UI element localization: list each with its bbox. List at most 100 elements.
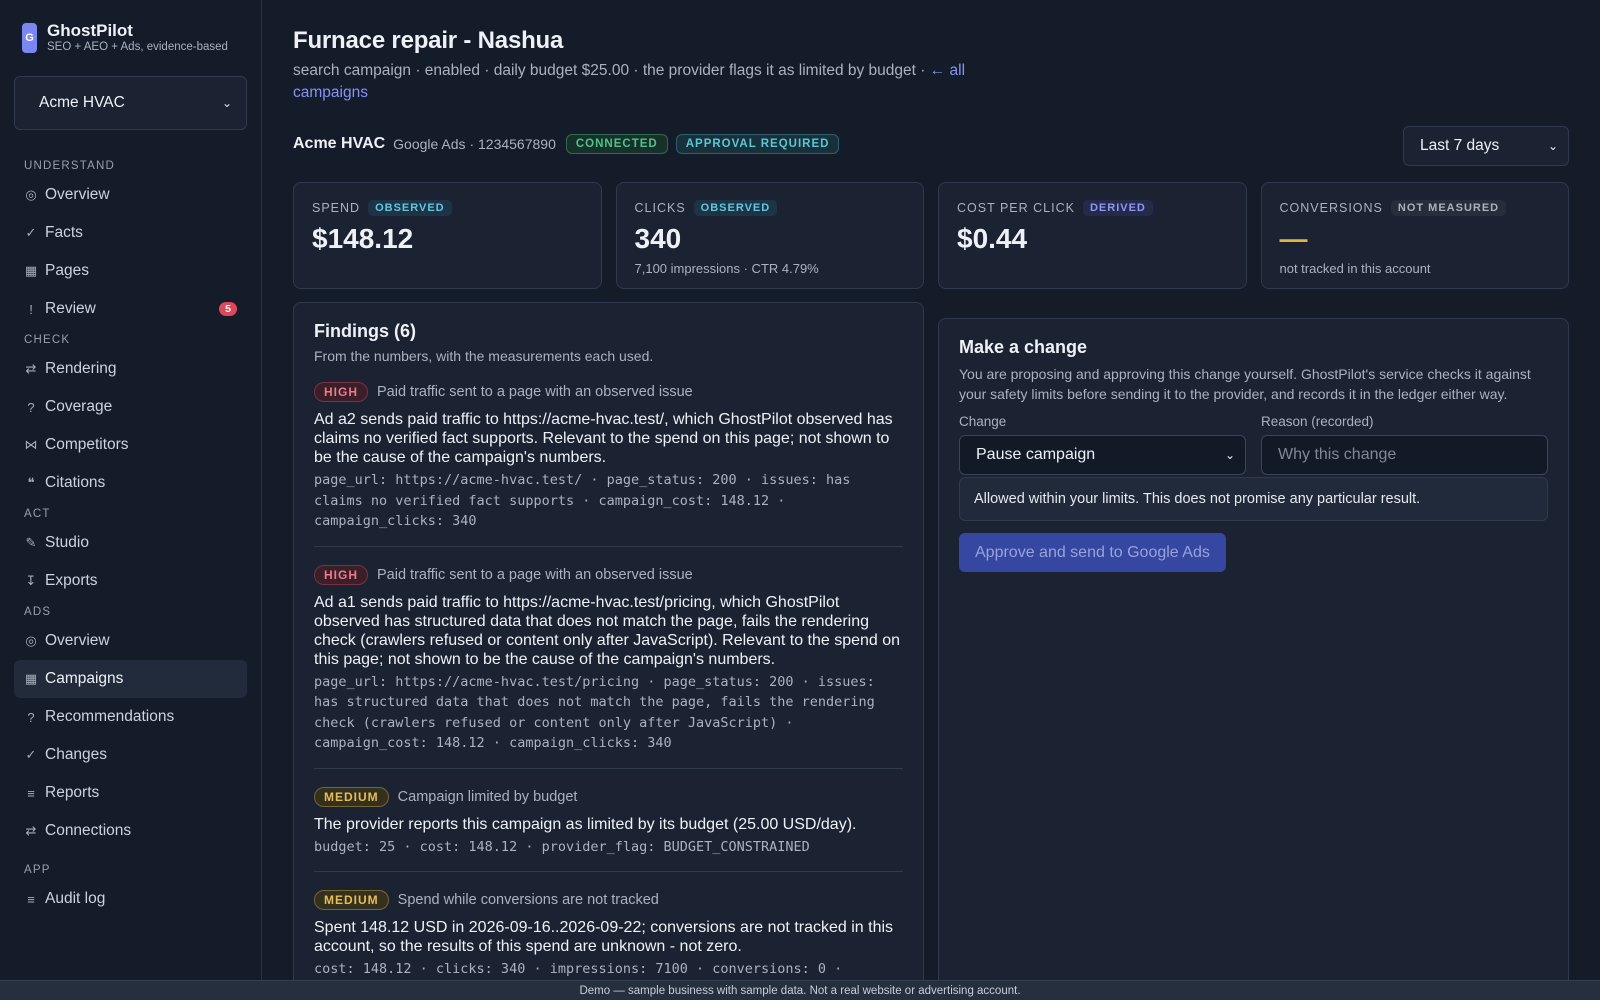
kpi-note: 7,100 impressions · CTR 4.79% bbox=[634, 261, 819, 276]
kpi-label: COST PER CLICK bbox=[957, 201, 1075, 215]
sidebar-item-coverage[interactable]: ? Coverage bbox=[14, 388, 247, 426]
change-panel-title: Make a change bbox=[959, 337, 1088, 357]
finding-body: Spent 148.12 USD in 2026-09-16..2026-09-… bbox=[314, 919, 894, 955]
sidebar-item-label: Pages bbox=[45, 262, 89, 279]
finding-item: MEDIUM Campaign limited by budget The pro… bbox=[314, 769, 903, 872]
date-range-select[interactable]: Last 7 days ⌄ bbox=[1403, 126, 1569, 166]
finding-item: HIGH Paid traffic sent to a page with an … bbox=[314, 547, 903, 769]
sidebar-item-reports[interactable]: ≡ Reports bbox=[14, 774, 247, 812]
reason-label: Reason (recorded) bbox=[1261, 414, 1374, 429]
sidebar-item-label: Review bbox=[45, 300, 96, 317]
pencil-icon: ✎ bbox=[25, 535, 37, 550]
finding-title: Paid traffic sent to a page with an obse… bbox=[377, 384, 693, 400]
list-icon: ≡ bbox=[27, 891, 35, 907]
sidebar-item-ads-overview[interactable]: ◎ Overview bbox=[14, 622, 247, 660]
kpi-label: CONVERSIONS bbox=[1279, 201, 1383, 215]
sidebar-item-overview[interactable]: ◎ Overview bbox=[14, 176, 247, 214]
sidebar-item-connections[interactable]: ⇄ Connections bbox=[14, 812, 247, 850]
list-icon: ≡ bbox=[27, 785, 35, 801]
finding-evidence: page_url: https://acme-hvac.test/pricing… bbox=[314, 673, 875, 752]
change-label: Change bbox=[959, 414, 1007, 429]
make-change-panel: Make a change You are proposing and appr… bbox=[938, 318, 1569, 1000]
sidebar-item-review[interactable]: ! Review 5 bbox=[14, 290, 247, 328]
kpi-tag: DERIVED bbox=[1082, 200, 1153, 216]
change-panel-description: You are proposing and approving this cha… bbox=[959, 366, 1531, 402]
nav-section-act: ACT bbox=[24, 508, 51, 520]
kpi-tag: OBSERVED bbox=[693, 200, 778, 216]
question-icon: ? bbox=[27, 399, 35, 415]
target-icon: ◎ bbox=[25, 187, 37, 202]
kpi-note: not tracked in this account bbox=[1279, 261, 1431, 276]
check-icon: ✓ bbox=[25, 225, 37, 240]
brand: G GhostPilot SEO + AEO + Ads, evidence-b… bbox=[0, 0, 261, 56]
sidebar-item-label: Recommendations bbox=[45, 708, 175, 725]
sidebar-item-pages[interactable]: ▦ Pages bbox=[14, 252, 247, 290]
finding-title: Campaign limited by budget bbox=[397, 788, 578, 805]
sidebar-item-label: Overview bbox=[45, 186, 110, 203]
finding-evidence: budget: 25 · cost: 148.12 · provider_fla… bbox=[314, 838, 810, 855]
sidebar-item-campaigns[interactable]: ▦ Campaigns bbox=[14, 660, 247, 698]
sidebar-item-label: Exports bbox=[45, 572, 98, 589]
sidebar-item-recommendations[interactable]: ? Recommendations bbox=[14, 698, 247, 736]
account-name: Acme HVAC bbox=[293, 135, 386, 152]
sidebar-item-rendering[interactable]: ⇄ Rendering bbox=[14, 350, 247, 388]
findings-title: Findings (6) bbox=[314, 321, 416, 341]
status-badge-approval: APPROVAL REQUIRED bbox=[675, 134, 840, 154]
check-icon: ✓ bbox=[25, 747, 37, 762]
kpi-label: CLICKS bbox=[634, 201, 686, 215]
account-select-value: Acme HVAC bbox=[39, 94, 125, 111]
status-badge-connected: CONNECTED bbox=[565, 134, 668, 154]
sidebar-item-studio[interactable]: ✎ Studio bbox=[14, 524, 247, 562]
severity-badge: MEDIUM bbox=[314, 890, 389, 910]
kpi-row: SPEND OBSERVED $148.12 CLICKS OBSERVED 340… bbox=[293, 182, 1569, 289]
kpi-value: $0.44 bbox=[957, 223, 1028, 254]
finding-title: Spend while conversions are not tracked bbox=[397, 892, 659, 908]
findings-panel: Findings (6) From the numbers, with the … bbox=[293, 302, 924, 1000]
severity-badge: HIGH bbox=[314, 564, 368, 585]
finding-title: Paid traffic sent to a page with an obse… bbox=[377, 566, 693, 583]
chevron-down-icon: ⌄ bbox=[1547, 139, 1558, 153]
kpi-value: $148.12 bbox=[312, 223, 414, 254]
sidebar-item-label: Studio bbox=[45, 534, 89, 551]
target-icon: ◎ bbox=[25, 633, 37, 648]
sidebar-item-changes[interactable]: ✓ Changes bbox=[14, 736, 247, 774]
chevron-down-icon: ⌄ bbox=[1224, 448, 1235, 462]
campaign-summary: search campaign · enabled · daily budget… bbox=[293, 62, 930, 79]
download-icon: ↧ bbox=[25, 573, 37, 588]
sidebar-item-competitors[interactable]: ⋈ Competitors bbox=[14, 426, 247, 464]
account-meta: Google Ads · 1234567890 bbox=[393, 136, 556, 152]
nav-section-app: APP bbox=[24, 864, 51, 876]
sidebar-item-citations[interactable]: ❝ Citations bbox=[14, 464, 247, 502]
sidebar-item-facts[interactable]: ✓ Facts bbox=[14, 214, 247, 252]
account-select[interactable]: Acme HVAC ⌄ bbox=[14, 76, 247, 130]
sidebar: G GhostPilot SEO + AEO + Ads, evidence-b… bbox=[0, 0, 262, 980]
kpi-label: SPEND bbox=[312, 201, 361, 215]
sidebar-item-label: Connections bbox=[45, 822, 132, 839]
sidebar-item-exports[interactable]: ↧ Exports bbox=[14, 562, 247, 600]
swap-icon: ⇄ bbox=[25, 823, 37, 838]
sidebar-item-label: Reports bbox=[45, 784, 100, 801]
finding-evidence: page_url: https://acme-hvac.test/ · page… bbox=[314, 472, 851, 529]
kpi-clicks: CLICKS OBSERVED 340 7,100 impressions · C… bbox=[615, 182, 924, 289]
sidebar-item-label: Audit log bbox=[45, 890, 106, 907]
sidebar-item-audit-log[interactable]: ≡ Audit log bbox=[14, 880, 247, 918]
brand-logo: G bbox=[22, 23, 37, 53]
review-count-badge: 5 bbox=[219, 302, 237, 316]
grid-icon: ▦ bbox=[24, 263, 38, 278]
sidebar-item-label: Citations bbox=[45, 474, 106, 491]
alert-icon: ! bbox=[29, 301, 33, 317]
date-range-value: Last 7 days bbox=[1420, 137, 1500, 154]
kpi-conversions: CONVERSIONS NOT MEASURED — not tracked in… bbox=[1260, 182, 1569, 289]
grid-icon: ▦ bbox=[24, 671, 38, 686]
nav-section-ads: ADS bbox=[24, 606, 52, 618]
reason-input[interactable] bbox=[1261, 435, 1548, 475]
finding-body: The provider reports this campaign as li… bbox=[314, 815, 857, 833]
sidebar-item-label: Campaigns bbox=[45, 670, 124, 687]
page-subtitle: search campaign · enabled · daily budget… bbox=[293, 60, 1013, 104]
approve-send-button[interactable]: Approve and send to Google Ads bbox=[959, 533, 1226, 572]
account-row: Acme HVAC Google Ads · 1234567890 CONNEC… bbox=[293, 134, 840, 154]
change-select[interactable]: Pause campaign ⌄ bbox=[959, 435, 1246, 475]
change-form: Change Pause campaign ⌄ Reason (recorded… bbox=[959, 414, 1548, 475]
change-select-value: Pause campaign bbox=[976, 446, 1096, 463]
finding-body: Ad a2 sends paid traffic to https://acme… bbox=[314, 411, 893, 466]
